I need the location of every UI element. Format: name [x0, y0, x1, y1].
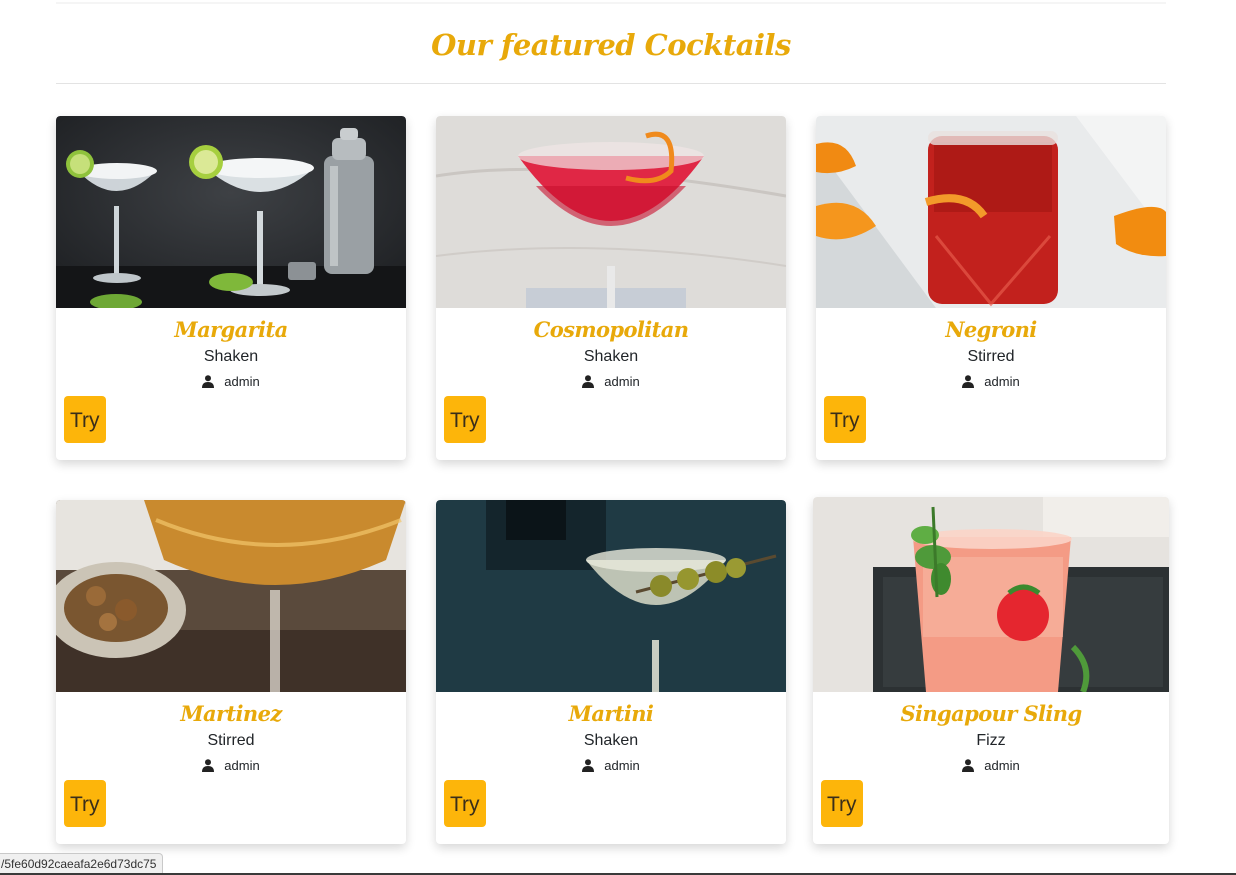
try-button-margarita[interactable]: Try: [64, 396, 106, 443]
cocktail-card-singapour-sling: Singapour Sling Fizz admin Try: [813, 497, 1169, 844]
cocktail-author: admin: [436, 372, 786, 390]
heading-divider: [56, 83, 1166, 84]
author-name: admin: [984, 373, 1020, 389]
cocktail-name: Martinez: [180, 701, 282, 726]
user-icon: [202, 374, 215, 388]
author-name: admin: [604, 757, 640, 773]
author-name: admin: [604, 373, 640, 389]
cocktail-image-cosmopolitan[interactable]: [436, 116, 786, 308]
page: Our featured Cocktails Margarita Shaken …: [0, 0, 1236, 875]
cocktail-image-martinez[interactable]: [56, 500, 406, 692]
user-icon: [202, 758, 215, 772]
cocktail-method: Fizz: [976, 732, 1006, 749]
cocktail-method: Shaken: [583, 732, 639, 749]
try-button-martinez[interactable]: Try: [64, 780, 106, 827]
user-icon: [962, 758, 975, 772]
cocktail-method: Shaken: [583, 348, 639, 365]
cocktail-author: admin: [813, 756, 1169, 774]
cocktail-name: Negroni: [945, 317, 1037, 342]
cocktail-name: Margarita: [174, 317, 288, 342]
cocktail-card-martini: Martini Shaken admin Try: [436, 500, 786, 844]
author-name: admin: [224, 373, 260, 389]
cocktail-card-cosmopolitan: Cosmopolitan Shaken admin Try: [436, 116, 786, 460]
user-icon: [582, 374, 595, 388]
top-divider: [56, 2, 1166, 4]
cocktail-card-margarita: Margarita Shaken admin Try: [56, 116, 406, 460]
cocktail-image-singapour-sling[interactable]: [813, 497, 1169, 692]
section-heading: Our featured Cocktails: [431, 28, 791, 62]
user-icon: [582, 758, 595, 772]
cocktail-name: Singapour Sling: [900, 701, 1082, 726]
cocktail-author: admin: [56, 372, 406, 390]
cocktail-method: Shaken: [203, 348, 259, 365]
status-bar-url: /5fe60d92caeafa2e6d73dc75: [0, 853, 164, 875]
cocktail-image-negroni[interactable]: [816, 116, 1166, 308]
cocktail-image-margarita[interactable]: [56, 116, 406, 308]
try-button-cosmopolitan[interactable]: Try: [444, 396, 486, 443]
try-button-negroni[interactable]: Try: [824, 396, 866, 443]
cocktail-card-negroni: Negroni Stirred admin Try: [816, 116, 1166, 460]
cocktail-author: admin: [56, 756, 406, 774]
try-button-singapour-sling[interactable]: Try: [821, 780, 863, 827]
author-name: admin: [984, 757, 1020, 773]
cocktail-method: Stirred: [967, 348, 1015, 365]
user-icon: [962, 374, 975, 388]
cocktail-image-martini[interactable]: [436, 500, 786, 692]
cocktail-author: admin: [436, 756, 786, 774]
cocktail-author: admin: [816, 372, 1166, 390]
cocktail-method: Stirred: [207, 732, 255, 749]
cocktail-name: Cosmopolitan: [533, 317, 689, 342]
try-button-martini[interactable]: Try: [444, 780, 486, 827]
cocktail-card-martinez: Martinez Stirred admin Try: [56, 500, 406, 844]
cocktail-name: Martini: [568, 701, 654, 726]
author-name: admin: [224, 757, 260, 773]
